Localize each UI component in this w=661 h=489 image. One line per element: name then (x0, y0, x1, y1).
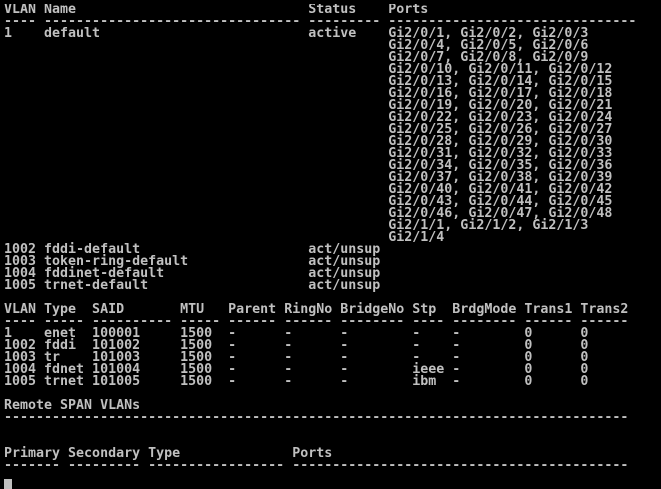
terminal-window[interactable]: { "terminal": { "lines": [ "VLAN Name St… (0, 0, 661, 489)
terminal-line: ----------------------------------------… (4, 410, 629, 425)
terminal-line: 1005 trnet-default act/unsup (4, 278, 381, 293)
terminal-line: ------- --------- ----------------- ----… (4, 458, 629, 473)
terminal-line: 1005 trnet 101005 1500 - - - ibm - 0 0 (4, 374, 589, 389)
prompt-cursor (4, 479, 12, 489)
terminal-output: VLAN Name Status Ports ---- ------------… (4, 4, 661, 487)
